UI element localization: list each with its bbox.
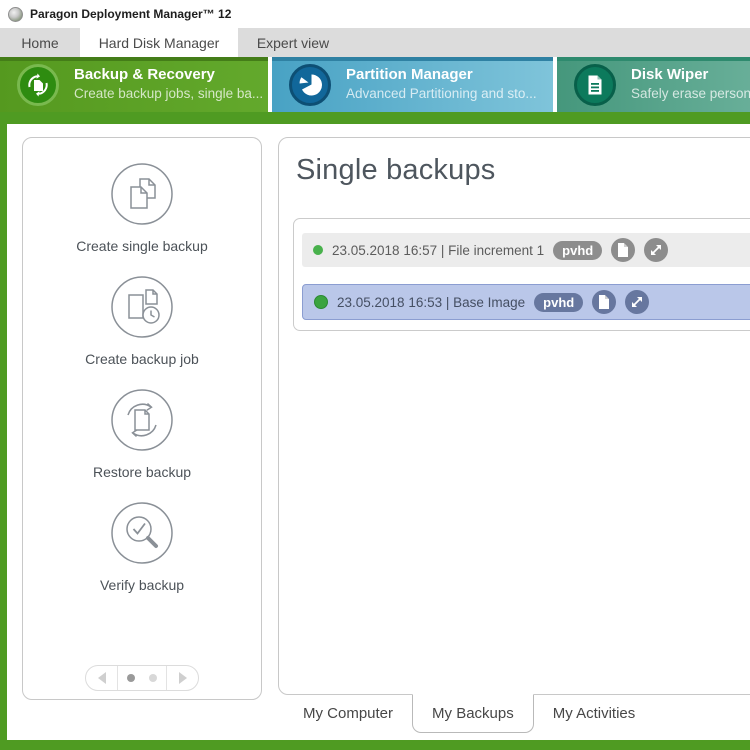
card-subtitle: Create backup jobs, single ba... bbox=[74, 86, 263, 103]
page-title: Single backups bbox=[296, 154, 750, 187]
app-logo-icon bbox=[8, 7, 23, 22]
app-window: Paragon Deployment Manager™ 12 Home Hard… bbox=[0, 0, 750, 750]
sidebar-item-label: Restore backup bbox=[93, 464, 191, 480]
sidebar-item-verify-backup[interactable]: Verify backup bbox=[100, 501, 184, 593]
card-text: Partition Manager Advanced Partitioning … bbox=[346, 66, 537, 103]
status-dot-icon bbox=[313, 245, 323, 255]
sidebar-pager bbox=[85, 665, 199, 691]
file-details-button[interactable] bbox=[592, 290, 616, 314]
pager-dot-active[interactable] bbox=[127, 674, 135, 682]
actions-sidebar: Create single backup Create backup job bbox=[22, 137, 262, 700]
bottom-tabstrip: My Computer My Backups My Activities bbox=[284, 694, 654, 733]
sidebar-item-restore-backup[interactable]: Restore backup bbox=[93, 388, 191, 480]
card-title: Backup & Recovery bbox=[74, 66, 263, 85]
backup-row-base-image-selected[interactable]: 23.05.2018 16:53 | Base Image pvhd bbox=[302, 284, 750, 320]
card-partition-manager[interactable]: Partition Manager Advanced Partitioning … bbox=[272, 57, 553, 112]
sidebar-item-create-backup-job[interactable]: Create backup job bbox=[85, 275, 199, 367]
tab-home[interactable]: Home bbox=[0, 28, 80, 57]
document-restore-icon bbox=[110, 388, 174, 452]
titlebar: Paragon Deployment Manager™ 12 bbox=[0, 0, 750, 28]
banner-bottom-accent bbox=[0, 112, 750, 124]
pie-chart-icon bbox=[289, 64, 331, 106]
backup-row-file-increment[interactable]: 23.05.2018 16:57 | File increment 1 pvhd bbox=[302, 233, 750, 267]
sidebar-item-label: Create single backup bbox=[76, 238, 208, 254]
card-text: Backup & Recovery Create backup jobs, si… bbox=[74, 66, 263, 103]
card-subtitle: Safely erase personal data... bbox=[631, 86, 750, 103]
sidebar-item-label: Create backup job bbox=[85, 351, 199, 367]
format-badge: pvhd bbox=[553, 241, 602, 260]
pager-dots bbox=[118, 666, 166, 690]
diagonal-arrows-button[interactable] bbox=[644, 238, 668, 262]
card-subtitle: Advanced Partitioning and sto... bbox=[346, 86, 537, 103]
chevron-right-icon bbox=[179, 672, 187, 684]
diagonal-arrows-button[interactable] bbox=[625, 290, 649, 314]
sidebar-item-label: Verify backup bbox=[100, 577, 184, 593]
tab-expert-view[interactable]: Expert view bbox=[238, 28, 348, 57]
magnifier-check-icon bbox=[110, 501, 174, 565]
card-title: Partition Manager bbox=[346, 66, 537, 85]
status-dot-icon bbox=[314, 295, 328, 309]
backup-sync-icon bbox=[17, 64, 59, 106]
tab-hard-disk-manager[interactable]: Hard Disk Manager bbox=[80, 28, 238, 57]
format-badge: pvhd bbox=[534, 293, 583, 312]
pager-prev-button[interactable] bbox=[86, 666, 118, 690]
card-title: Disk Wiper bbox=[631, 66, 750, 85]
chevron-left-icon bbox=[98, 672, 106, 684]
card-disk-wiper[interactable]: Disk Wiper Safely erase personal data... bbox=[557, 57, 750, 112]
document-lines-icon bbox=[574, 64, 616, 106]
pager-dot[interactable] bbox=[149, 674, 157, 682]
pager-next-button[interactable] bbox=[166, 666, 198, 690]
sidebar-item-create-single-backup[interactable]: Create single backup bbox=[76, 162, 208, 254]
tab-my-backups[interactable]: My Backups bbox=[412, 694, 534, 733]
documents-icon bbox=[110, 162, 174, 226]
backup-label: 23.05.2018 16:57 | File increment 1 bbox=[332, 243, 544, 258]
top-tabstrip: Home Hard Disk Manager Expert view bbox=[0, 28, 750, 57]
left-frame-accent bbox=[0, 124, 7, 750]
card-backup-recovery[interactable]: Backup & Recovery Create backup jobs, si… bbox=[0, 57, 268, 112]
bottom-frame-accent bbox=[0, 740, 750, 750]
backup-list: 23.05.2018 16:57 | File increment 1 pvhd… bbox=[293, 218, 750, 331]
window-title: Paragon Deployment Manager™ 12 bbox=[30, 7, 231, 21]
tab-my-computer[interactable]: My Computer bbox=[284, 694, 412, 733]
feature-banner: Backup & Recovery Create backup jobs, si… bbox=[0, 57, 750, 112]
backup-label: 23.05.2018 16:53 | Base Image bbox=[337, 295, 525, 310]
documents-clock-icon bbox=[110, 275, 174, 339]
card-text: Disk Wiper Safely erase personal data... bbox=[631, 66, 750, 103]
file-details-button[interactable] bbox=[611, 238, 635, 262]
tab-my-activities[interactable]: My Activities bbox=[534, 694, 655, 733]
